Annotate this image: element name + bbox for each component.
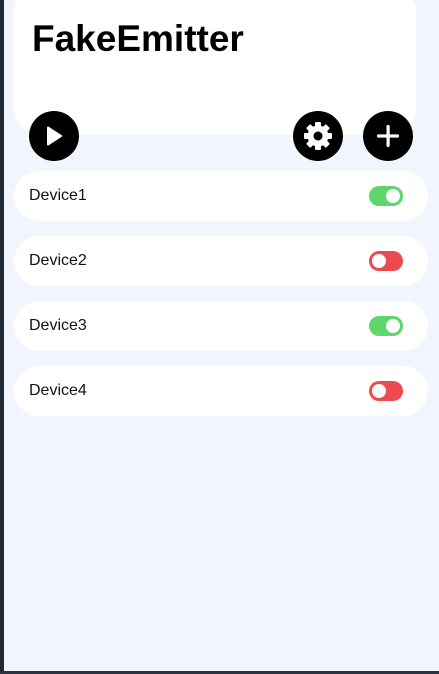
play-button[interactable] [29,111,79,161]
device-label: Device1 [29,187,87,204]
toggle-knob [372,254,386,268]
gear-icon [302,120,334,152]
device-toggle[interactable] [369,251,403,271]
toggle-knob [386,189,400,203]
device-row: Device1 [14,171,428,221]
device-label: Device3 [29,317,87,334]
device-label: Device4 [29,382,87,399]
device-row: Device3 [14,301,428,351]
play-icon [44,125,64,147]
device-toggle[interactable] [369,316,403,336]
app-title: FakeEmitter [32,18,244,59]
toggle-knob [386,319,400,333]
device-label: Device2 [29,252,87,269]
toggle-knob [372,384,386,398]
device-row: Device2 [14,236,428,286]
device-toggle[interactable] [369,186,403,206]
plus-icon [375,123,401,149]
settings-button[interactable] [293,111,343,161]
app-window: FakeEmitter Device1 Device2 Device3 Devi… [4,0,439,671]
device-toggle[interactable] [369,381,403,401]
device-row: Device4 [14,366,428,416]
device-list: Device1 Device2 Device3 Device4 [14,171,428,431]
add-device-button[interactable] [363,111,413,161]
